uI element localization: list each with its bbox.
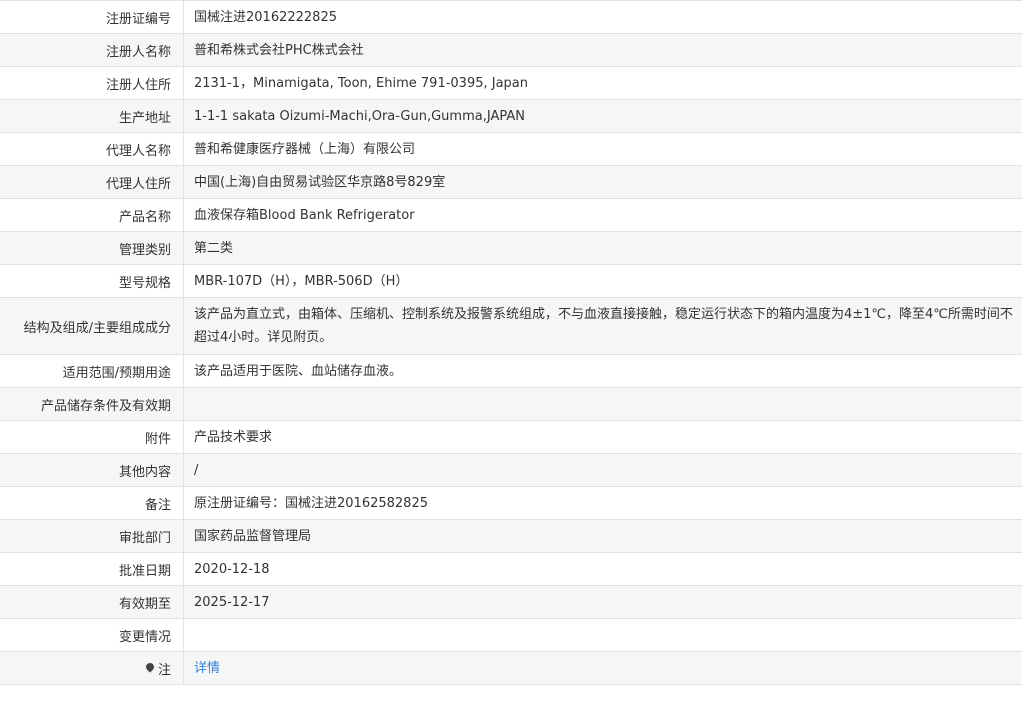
- label-structure-composition: 结构及组成/主要组成成分: [0, 298, 184, 354]
- value-storage-validity: [184, 388, 1022, 420]
- value-approval-date: 2020-12-18: [194, 561, 270, 577]
- label-management-category: 管理类别: [0, 232, 184, 264]
- label-agent-address: 代理人住所: [0, 166, 184, 198]
- value-attachment: 产品技术要求: [194, 429, 273, 445]
- row-remarks: 备注 原注册证编号：国械注进20162582825: [0, 487, 1022, 520]
- value-model-spec: MBR-107D（H），MBR-506D（H）: [194, 273, 409, 289]
- row-agent-name: 代理人名称 普和希健康医疗器械（上海）有限公司: [0, 133, 1022, 166]
- label-registrant-address: 注册人住所: [0, 67, 184, 99]
- row-registrant-address: 注册人住所 2131-1，Minamigata, Toon, Ehime 791…: [0, 67, 1022, 100]
- value-registrant-name: 普和希株式会社PHC株式会社: [194, 42, 364, 58]
- label-attachment: 附件: [0, 421, 184, 453]
- value-remarks: 原注册证编号：国械注进20162582825: [194, 495, 428, 511]
- label-registrant-name: 注册人名称: [0, 34, 184, 66]
- label-product-name: 产品名称: [0, 199, 184, 231]
- value-agent-name: 普和希健康医疗器械（上海）有限公司: [194, 141, 416, 157]
- label-registration-number: 注册证编号: [0, 1, 184, 33]
- row-storage-validity: 产品储存条件及有效期: [0, 388, 1022, 421]
- value-registration-number: 国械注进20162222825: [194, 9, 337, 25]
- label-other-content: 其他内容: [0, 454, 184, 486]
- row-registration-number: 注册证编号 国械注进20162222825: [0, 1, 1022, 34]
- row-structure-composition: 结构及组成/主要组成成分 该产品为直立式，由箱体、压缩机、控制系统及报警系统组成…: [0, 298, 1022, 355]
- label-approval-date: 批准日期: [0, 553, 184, 585]
- value-approval-department: 国家药品监督管理局: [194, 528, 312, 544]
- label-note: 注: [0, 652, 184, 684]
- row-approval-department: 审批部门 国家药品监督管理局: [0, 520, 1022, 553]
- label-production-address: 生产地址: [0, 100, 184, 132]
- label-model-spec: 型号规格: [0, 265, 184, 297]
- row-valid-until: 有效期至 2025-12-17: [0, 586, 1022, 619]
- row-registrant-name: 注册人名称 普和希株式会社PHC株式会社: [0, 34, 1022, 67]
- label-storage-validity: 产品储存条件及有效期: [0, 388, 184, 420]
- value-structure-composition: 该产品为直立式，由箱体、压缩机、控制系统及报警系统组成，不与血液直接接触，稳定运…: [194, 307, 1013, 345]
- row-attachment: 附件 产品技术要求: [0, 421, 1022, 454]
- row-intended-use: 适用范围/预期用途 该产品适用于医院、血站储存血液。: [0, 355, 1022, 388]
- value-note: 详情: [184, 652, 1022, 684]
- value-intended-use: 该产品适用于医院、血站储存血液。: [194, 363, 403, 379]
- row-approval-date: 批准日期 2020-12-18: [0, 553, 1022, 586]
- value-other-content: /: [194, 462, 199, 478]
- row-product-name: 产品名称 血液保存箱Blood Bank Refrigerator: [0, 199, 1022, 232]
- details-link[interactable]: 详情: [194, 657, 220, 680]
- value-agent-address: 中国(上海)自由贸易试验区华京路8号829室: [194, 174, 446, 190]
- label-remarks: 备注: [0, 487, 184, 519]
- value-product-name: 血液保存箱Blood Bank Refrigerator: [194, 207, 415, 223]
- row-agent-address: 代理人住所 中国(上海)自由贸易试验区华京路8号829室: [0, 166, 1022, 199]
- note-label-text: 注: [157, 662, 171, 678]
- row-change-status: 变更情况: [0, 619, 1022, 652]
- value-change-status: [184, 619, 1022, 651]
- label-change-status: 变更情况: [0, 619, 184, 651]
- label-valid-until: 有效期至: [0, 586, 184, 618]
- row-note: 注 详情: [0, 652, 1022, 685]
- pin-icon: [144, 661, 156, 673]
- row-production-address: 生产地址 1-1-1 sakata Oizumi-Machi,Ora-Gun,G…: [0, 100, 1022, 133]
- value-valid-until: 2025-12-17: [194, 594, 270, 610]
- row-management-category: 管理类别 第二类: [0, 232, 1022, 265]
- value-production-address: 1-1-1 sakata Oizumi-Machi,Ora-Gun,Gumma,…: [194, 108, 525, 124]
- row-model-spec: 型号规格 MBR-107D（H），MBR-506D（H）: [0, 265, 1022, 298]
- value-management-category: 第二类: [194, 240, 234, 256]
- label-agent-name: 代理人名称: [0, 133, 184, 165]
- row-other-content: 其他内容 /: [0, 454, 1022, 487]
- value-registrant-address: 2131-1，Minamigata, Toon, Ehime 791-0395,…: [194, 75, 529, 91]
- registration-record-table: 注册证编号 国械注进20162222825 注册人名称 普和希株式会社PHC株式…: [0, 0, 1022, 685]
- label-intended-use: 适用范围/预期用途: [0, 355, 184, 387]
- label-approval-department: 审批部门: [0, 520, 184, 552]
